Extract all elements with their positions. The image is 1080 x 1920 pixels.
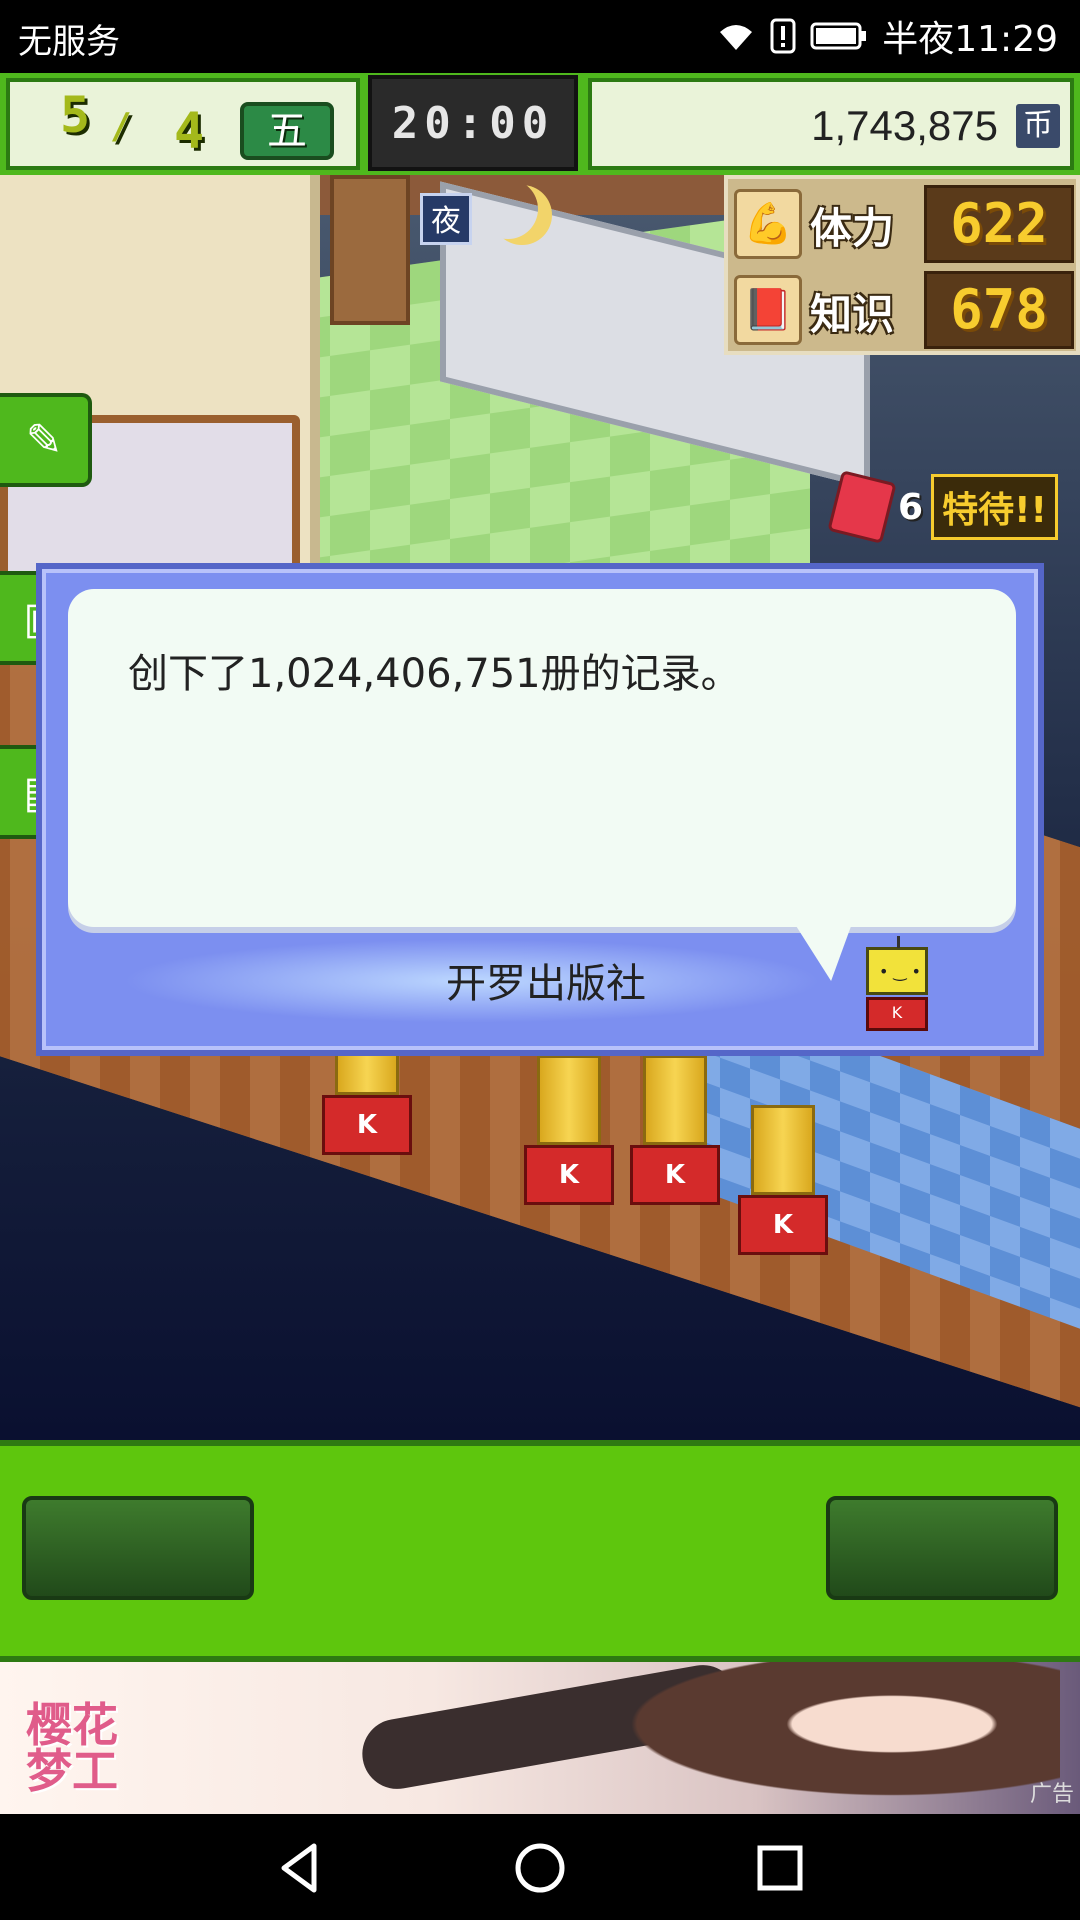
game-hud: 5 / 4 五 20:00 1,743,875 币 — [0, 73, 1080, 175]
bonus-label: 特待!! — [931, 474, 1058, 540]
ad-artwork-character — [500, 1662, 1060, 1814]
stat-value: 622 — [924, 185, 1074, 263]
door — [330, 175, 410, 325]
money-panel[interactable]: 1,743,875 币 — [588, 78, 1074, 170]
trophy-base: K — [630, 1145, 720, 1205]
trophy-base: K — [524, 1145, 614, 1205]
night-badge: 夜 — [420, 193, 472, 245]
stat-value: 678 — [924, 271, 1074, 349]
trophy-cup — [751, 1105, 815, 1195]
alert-icon — [770, 18, 796, 54]
ad-logo-line1: 樱花 — [26, 1698, 118, 1752]
book-icon: 📕 — [734, 275, 802, 345]
stat-label: 体力 — [810, 204, 895, 253]
game-time: 20:00 — [391, 97, 555, 149]
clock-panel: 20:00 — [368, 75, 578, 171]
ad-logo: 樱花 梦工 — [26, 1702, 118, 1794]
back-icon[interactable] — [270, 1836, 334, 1900]
bonus-count: 6 — [898, 486, 924, 528]
weekday-badge: 五 — [240, 102, 334, 160]
kairobot-mascot-icon: • ‿ • K — [862, 936, 932, 1037]
notepad-pen-icon: ✎ — [25, 415, 63, 466]
bottom-control-bar — [0, 1440, 1080, 1662]
wifi-icon — [720, 25, 753, 50]
home-icon[interactable] — [508, 1836, 572, 1900]
speech-bubble: 创下了1,024,406,751册的记录。 — [68, 589, 1016, 927]
week-value: 4 — [174, 102, 205, 160]
date-separator: / — [110, 106, 132, 147]
bonus-indicator: 6 特待!! — [827, 470, 1058, 544]
trophy: K — [524, 1055, 614, 1205]
trophy-base: K — [322, 1095, 412, 1155]
left-action-button[interactable] — [22, 1496, 254, 1600]
money-value: 1,743,875 — [811, 102, 998, 149]
book-icon — [827, 470, 897, 544]
battery-icon — [810, 22, 867, 50]
muscle-icon: 💪 — [734, 189, 802, 259]
calendar-panel[interactable]: 5 / 4 五 — [6, 78, 360, 170]
right-action-button[interactable] — [826, 1496, 1058, 1600]
trophy: K — [738, 1105, 828, 1255]
mascot-face: • ‿ • — [879, 962, 921, 981]
stats-panel: 💪 体力 622 📕 知识 678 — [724, 175, 1080, 355]
trophy-base: K — [738, 1195, 828, 1255]
mascot-body: K — [866, 997, 928, 1031]
stat-knowledge: 📕 知识 678 — [734, 271, 1074, 351]
ad-label: 广告 — [1029, 1782, 1074, 1807]
carrier-text: 无服务 — [18, 22, 120, 62]
trophy-cup — [537, 1055, 601, 1145]
recent-apps-icon[interactable] — [748, 1836, 812, 1900]
trophy-cup — [643, 1055, 707, 1145]
currency-icon: 币 — [1016, 104, 1060, 148]
mascot-head: • ‿ • — [866, 936, 928, 995]
ad-banner[interactable]: 樱花 梦工 广告 — [0, 1662, 1080, 1814]
side-button-write[interactable]: ✎ — [0, 393, 92, 487]
status-clock: 半夜11:29 — [882, 19, 1058, 60]
moon-icon — [478, 179, 538, 239]
stat-label: 知识 — [810, 290, 895, 339]
stat-stamina: 💪 体力 622 — [734, 185, 1074, 265]
status-bar: 无服务 半夜11:29 — [0, 0, 1080, 73]
trophy: K — [630, 1055, 720, 1205]
dialog-message: 创下了1,024,406,751册的记录。 — [128, 651, 741, 697]
month-value: 5 — [60, 86, 91, 144]
system-nav-bar — [0, 1814, 1080, 1920]
message-dialog[interactable]: 创下了1,024,406,751册的记录。 开罗出版社 • ‿ • K — [36, 563, 1044, 1056]
status-icons: 半夜11:29 — [716, 10, 1058, 62]
ad-logo-line2: 梦工 — [26, 1744, 118, 1798]
